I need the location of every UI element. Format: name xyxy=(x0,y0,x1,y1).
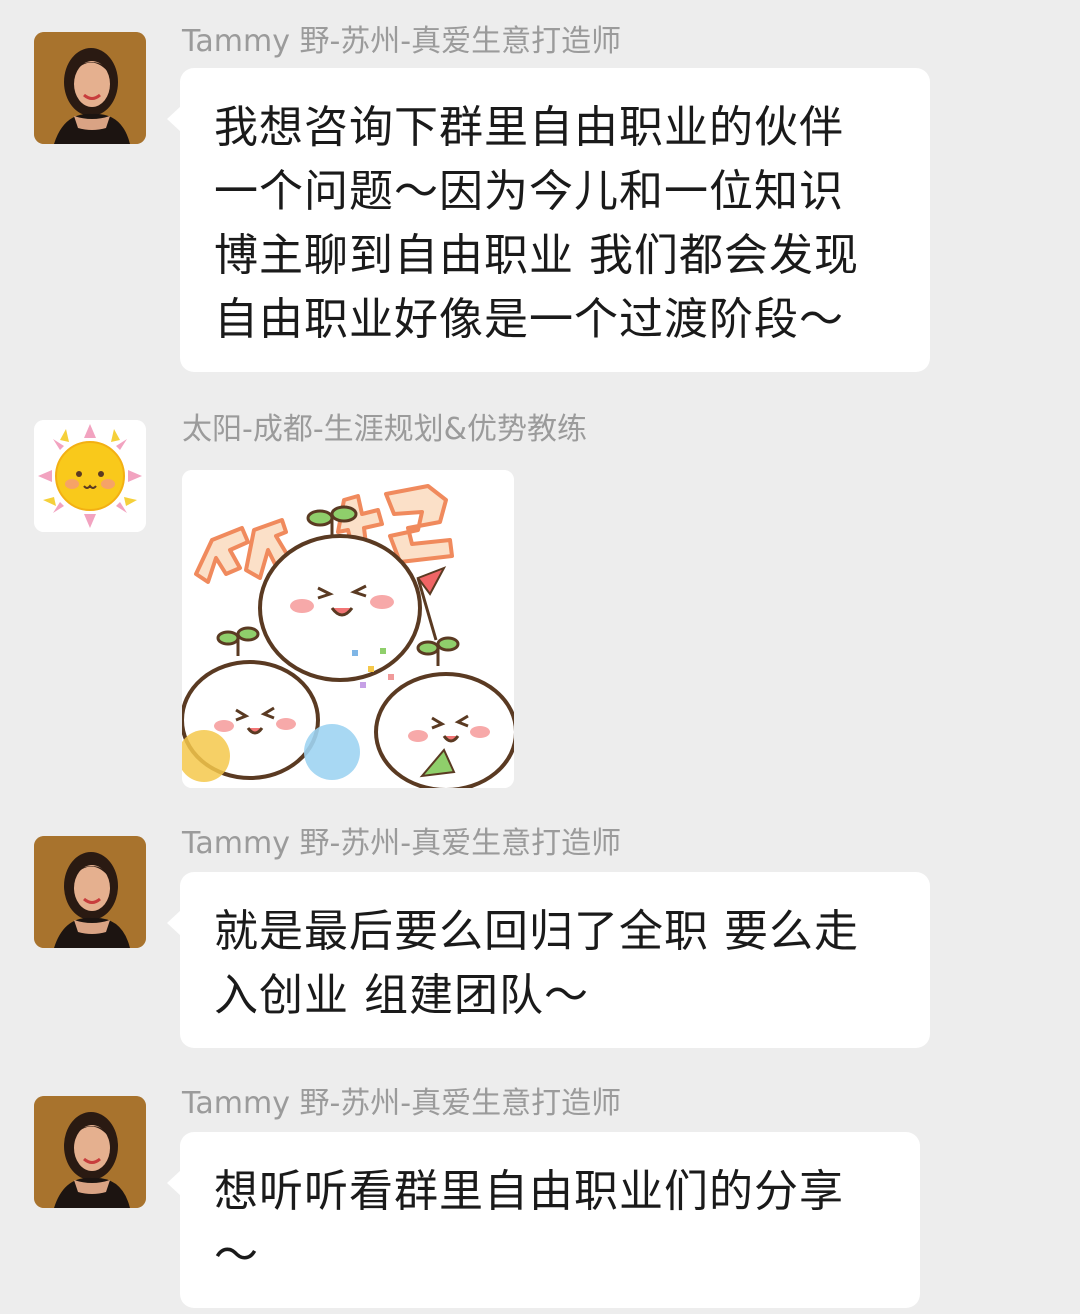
message-text-line: ～ xyxy=(214,1230,259,1281)
welcome-sticker-icon xyxy=(182,470,514,788)
sender-name: Tammy 野-苏州-真爱生意打造师 xyxy=(182,826,622,861)
message-bubble[interactable]: 就是最后要么回归了全职 要么走 入创业 组建团队～ xyxy=(167,872,930,1048)
avatar[interactable] xyxy=(34,1096,146,1208)
woman-portrait-avatar-icon xyxy=(34,32,146,144)
message-text-line: 博主聊到自由职业 我们都会发现 xyxy=(214,230,859,281)
message-text-line: 入创业 组建团队～ xyxy=(214,970,589,1021)
avatar[interactable] xyxy=(34,836,146,948)
message-text-line: 就是最后要么回归了全职 要么走 xyxy=(214,906,859,957)
avatar[interactable] xyxy=(34,420,146,532)
sun-avatar-icon xyxy=(34,420,146,532)
avatar[interactable] xyxy=(34,32,146,144)
woman-portrait-avatar-icon xyxy=(34,836,146,948)
woman-portrait-avatar-icon xyxy=(34,1096,146,1208)
sender-name: 太阳-成都-生涯规划&优势教练 xyxy=(182,412,588,447)
message-bubble[interactable]: 想听听看群里自由职业们的分享 ～ xyxy=(167,1132,920,1308)
message-text-line: 一个问题～因为今儿和一位知识 xyxy=(214,166,844,217)
message-text-line: 我想咨询下群里自由职业的伙伴 xyxy=(214,102,844,153)
message-bubble[interactable]: 我想咨询下群里自由职业的伙伴 一个问题～因为今儿和一位知识 博主聊到自由职业 我… xyxy=(167,68,930,372)
welcome-sticker[interactable] xyxy=(182,470,514,788)
message-text-line: 自由职业好像是一个过渡阶段～ xyxy=(214,294,844,345)
message-text-line: 想听听看群里自由职业们的分享 xyxy=(214,1166,844,1217)
sender-name: Tammy 野-苏州-真爱生意打造师 xyxy=(182,24,622,59)
sender-name: Tammy 野-苏州-真爱生意打造师 xyxy=(182,1086,622,1121)
